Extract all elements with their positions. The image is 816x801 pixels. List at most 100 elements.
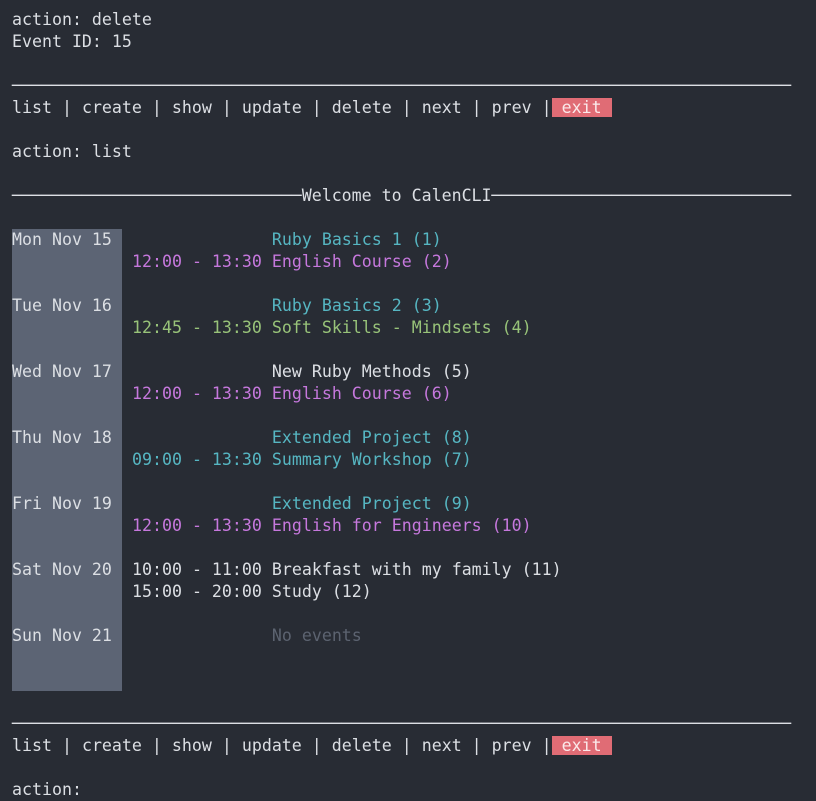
event-title: Study (12) [271,582,372,601]
menu-delete[interactable]: delete [332,736,392,755]
event-item[interactable]: Extended Project (9) [132,493,532,515]
menu-separator: | [211,736,242,755]
menu-prev[interactable]: prev [492,98,532,117]
day-label: Mon Nov 15 [12,230,112,249]
divider: ───────────────────────────── [12,186,302,205]
day-tue: Tue Nov 16 Ruby Basics 2 (3) 12:45 - 13:3… [12,295,816,361]
day-events: Ruby Basics 1 (1) 12:00 - 13:30 English C… [122,229,452,295]
action-menu: list | create | show | update | delete |… [12,735,816,757]
day-label: Sat Nov 20 [12,560,112,579]
day-column: Thu Nov 18 [12,427,122,493]
previous-action: action: delete [12,10,152,29]
menu-show[interactable]: show [172,736,212,755]
exit-label: exit [561,98,602,117]
event-time: 15:00 - 20:00 [132,582,262,601]
event-item[interactable]: New Ruby Methods (5) [132,361,472,383]
menu-separator: | [51,736,82,755]
event-item[interactable]: 12:45 - 13:30 Soft Skills - Mindsets (4) [132,317,532,339]
menu-exit[interactable]: exit [551,736,612,755]
prompt-label: action: [12,780,82,799]
day-wed: Wed Nov 17 New Ruby Methods (5) 12:00 - 1… [12,361,816,427]
day-sat: Sat Nov 20 10:00 - 11:00 Breakfast with m… [12,559,816,625]
day-column: Fri Nov 19 [12,493,122,559]
menu-show[interactable]: show [172,98,212,117]
action-prompt[interactable]: action: [12,779,816,801]
event-title: English for Engineers (10) [271,516,532,535]
menu-separator: | [301,736,332,755]
event-item[interactable]: 10:00 - 11:00 Breakfast with my family (… [132,559,562,581]
menu-exit[interactable]: exit [551,98,612,117]
menu-separator: | [391,98,422,117]
menu-list[interactable]: list [12,736,52,755]
day-thu: Thu Nov 18 Extended Project (8) 09:00 - 1… [12,427,816,493]
event-item[interactable]: 12:00 - 13:30 English for Engineers (10) [132,515,532,537]
event-title: Ruby Basics 2 (3) [271,296,442,315]
event-item[interactable]: 09:00 - 13:30 Summary Workshop (7) [132,449,472,471]
menu-delete[interactable]: delete [332,98,392,117]
event-time: 12:00 - 13:30 [132,252,262,271]
event-id: Event ID: 15 [12,32,132,51]
event-time [132,230,262,249]
menu-next[interactable]: next [422,736,462,755]
day-label: Tue Nov 16 [12,296,112,315]
banner-title: Welcome to CalenCLI [301,186,492,205]
day-events: Extended Project (9) 12:00 - 13:30 Englis… [122,493,532,559]
event-time: 12:45 - 13:30 [132,318,262,337]
event-time: 10:00 - 11:00 [132,560,262,579]
event-time: 12:00 - 13:30 [132,516,262,535]
event-item[interactable]: 15:00 - 20:00 Study (12) [132,581,562,603]
day-column: Mon Nov 15 [12,229,122,295]
day-fri: Fri Nov 19 Extended Project (9) 12:00 - 1… [12,493,816,559]
menu-next[interactable]: next [422,98,462,117]
menu-separator: | [211,98,242,117]
menu-prev[interactable]: prev [492,736,532,755]
divider: ────────────────────────────────────────… [12,714,792,733]
menu-update[interactable]: update [242,736,302,755]
action-menu: list | create | show | update | delete |… [12,97,816,119]
day-events: New Ruby Methods (5) 12:00 - 13:30 Englis… [122,361,472,427]
day-column: Wed Nov 17 [12,361,122,427]
day-sun: Sun Nov 21 No events [12,625,816,691]
menu-separator: | [461,98,492,117]
divider: ────────────────────────────── [491,186,792,205]
event-time: 09:00 - 13:30 [132,450,262,469]
event-title: Extended Project (9) [271,494,472,513]
event-item[interactable]: No events [132,625,362,647]
menu-separator: | [141,98,172,117]
menu-separator: | [531,98,552,117]
exit-label: exit [561,736,602,755]
event-title: Ruby Basics 1 (1) [271,230,442,249]
event-time [132,296,262,315]
event-title: Breakfast with my family (11) [271,560,562,579]
day-events: No events [122,625,362,691]
event-item[interactable]: Ruby Basics 1 (1) [132,229,452,251]
menu-list[interactable]: list [12,98,52,117]
menu-update[interactable]: update [242,98,302,117]
event-title: Soft Skills - Mindsets (4) [271,318,532,337]
day-column: Sat Nov 20 [12,559,122,625]
menu-separator: | [461,736,492,755]
menu-separator: | [141,736,172,755]
event-title: English Course (2) [271,252,452,271]
event-title: English Course (6) [271,384,452,403]
event-time [132,626,262,645]
menu-create[interactable]: create [82,98,142,117]
event-item[interactable]: Extended Project (8) [132,427,472,449]
event-item[interactable]: 12:00 - 13:30 English Course (6) [132,383,472,405]
menu-separator: | [391,736,422,755]
event-title: No events [271,626,362,645]
divider: ────────────────────────────────────────… [12,76,792,95]
list-action: action: list [12,142,132,161]
calendar-week: Mon Nov 15 Ruby Basics 1 (1) 12:00 - 13:3… [12,229,816,691]
menu-separator: | [51,98,82,117]
menu-create[interactable]: create [82,736,142,755]
day-label: Wed Nov 17 [12,362,112,381]
event-time [132,362,262,381]
event-time [132,428,262,447]
day-label: Fri Nov 19 [12,494,112,513]
event-item[interactable]: Ruby Basics 2 (3) [132,295,532,317]
day-column: Sun Nov 21 [12,625,122,691]
event-item[interactable]: 12:00 - 13:30 English Course (2) [132,251,452,273]
event-title: Summary Workshop (7) [271,450,472,469]
event-title: New Ruby Methods (5) [271,362,472,381]
